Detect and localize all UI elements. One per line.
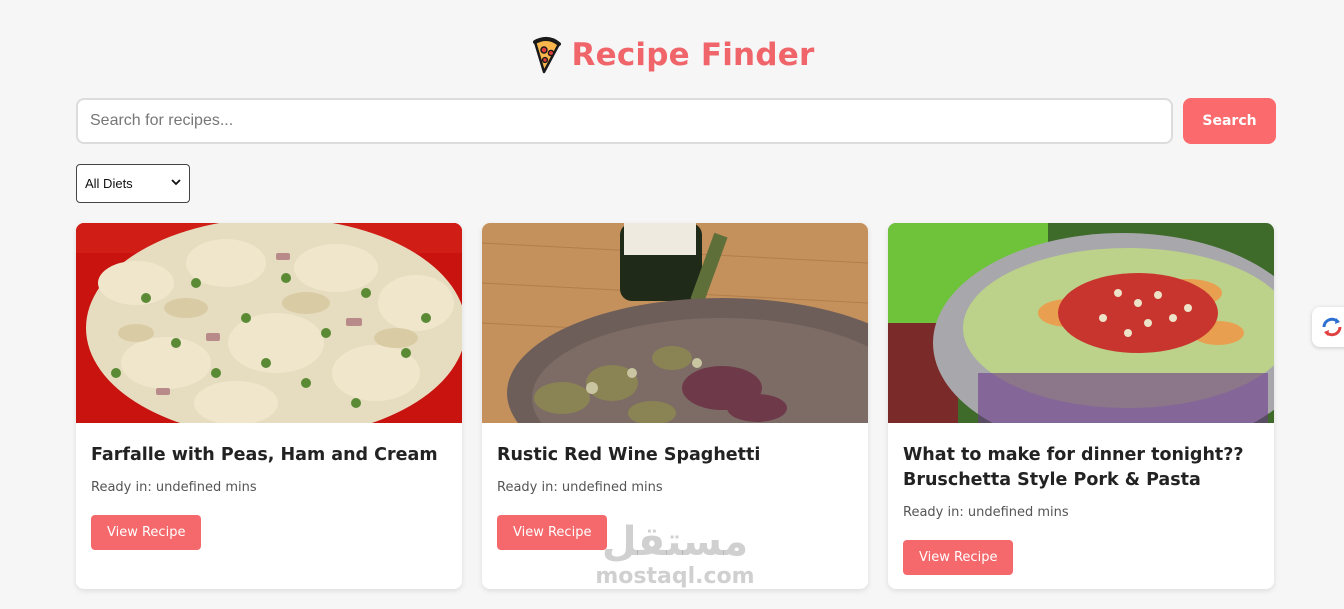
recipe-card: Farfalle with Peas, Ham and Cream Ready … xyxy=(76,223,462,589)
recipe-image xyxy=(482,223,868,423)
recipe-card: Rustic Red Wine Spaghetti Ready in: unde… xyxy=(482,223,868,589)
recipe-title: Rustic Red Wine Spaghetti xyxy=(497,445,761,465)
recipe-image xyxy=(76,223,462,423)
recipe-image xyxy=(888,223,1274,423)
recipe-ready-time: Ready in: undefined mins xyxy=(903,505,1069,520)
recipe-title: Farfalle with Peas, Ham and Cream xyxy=(91,445,438,465)
search-button[interactable]: Search xyxy=(1183,98,1276,144)
pizza-slice-icon xyxy=(532,37,561,74)
page-title: Recipe Finder xyxy=(571,37,815,73)
diet-filter-value: All Diets xyxy=(85,176,133,191)
view-recipe-button[interactable]: View Recipe xyxy=(903,540,1014,575)
recipe-grid: Farfalle with Peas, Ham and Cream Ready … xyxy=(76,223,1276,589)
search-bar: Search xyxy=(76,98,1276,144)
recipe-card: What to make for dinner tonight?? Brusch… xyxy=(888,223,1274,589)
app-header: Recipe Finder xyxy=(0,36,1344,74)
recipe-ready-time: Ready in: undefined mins xyxy=(91,480,257,495)
recipe-ready-time: Ready in: undefined mins xyxy=(497,480,663,495)
sync-icon xyxy=(1322,317,1342,337)
view-recipe-button[interactable]: View Recipe xyxy=(497,515,608,550)
diet-filter-select[interactable]: All Diets xyxy=(76,164,190,203)
recipe-title: What to make for dinner tonight?? Brusch… xyxy=(903,445,1244,490)
view-recipe-button[interactable]: View Recipe xyxy=(91,515,202,550)
chevron-down-icon xyxy=(171,178,181,189)
search-input[interactable] xyxy=(76,98,1173,144)
translate-widget-button[interactable] xyxy=(1312,307,1344,347)
